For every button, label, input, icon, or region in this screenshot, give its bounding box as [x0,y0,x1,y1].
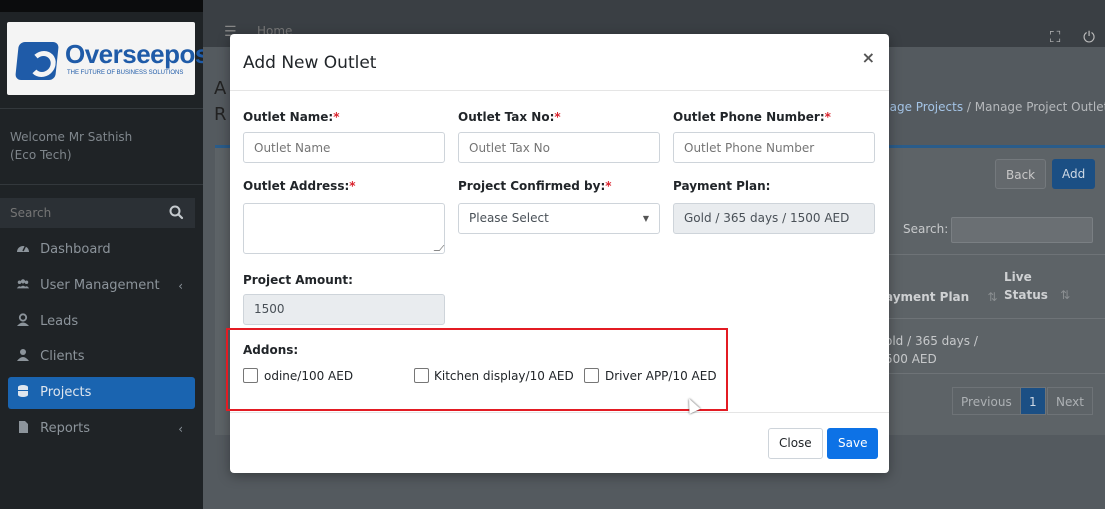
chevron-left-icon: ‹ [178,279,183,293]
top-icons: ⛶ ⏻ [1050,28,1095,46]
outlet-name-label: Outlet Name:* [243,110,340,124]
welcome-company: (Eco Tech) [10,148,72,162]
pagination-page[interactable]: 1 [1020,387,1046,415]
sidebar-item-label: Reports [40,421,91,436]
sidebar-top-strip [0,0,203,12]
sidebar-search-button[interactable] [158,198,195,228]
welcome-text: Welcome Mr Sathish (Eco Tech) [10,128,190,164]
users-icon [16,279,30,289]
project-amount-field: 1500 [243,294,445,325]
fullscreen-icon[interactable]: ⛶ [1050,28,1061,46]
table-header-top-border [882,254,1105,255]
table-cell-payment-plan: old / 365 days /500 AED [885,334,978,366]
breadcrumb-link[interactable]: nage Projects [882,100,963,114]
leads-icon [17,313,29,326]
addon-label-driver-app[interactable]: Driver APP/10 AED [605,369,717,383]
sidebar: Overseepos THE FUTURE OF BUSINESS SOLUTI… [0,0,209,509]
sidebar-search-input[interactable] [0,198,158,228]
payment-plan-label: Payment Plan: [673,179,771,193]
sidebar-item-user-management[interactable]: User Management ‹ [8,270,195,302]
dashboard-icon [17,245,29,252]
breadcrumb-separator: / [963,100,975,114]
sidebar-divider [0,108,203,109]
table-row-border [882,373,1105,374]
sidebar-divider [0,184,203,185]
payment-plan-field: Gold / 365 days / 1500 AED [673,203,875,234]
pagination-next[interactable]: Next [1047,387,1093,415]
back-button[interactable]: Back [995,159,1047,189]
outlet-tax-label: Outlet Tax No:* [458,110,561,124]
confirmed-by-select[interactable]: Please Select ▼ [458,203,660,234]
confirmed-by-value: Please Select [469,211,549,225]
addon-label-odine[interactable]: odine/100 AED [264,369,353,383]
modal-footer-divider [230,412,889,413]
table-search-label: Search: [903,222,949,236]
resize-handle-icon[interactable] [433,245,445,251]
add-button[interactable]: Add [1052,159,1096,189]
sidebar-item-projects[interactable]: Projects [8,377,195,409]
power-icon[interactable]: ⏻ [1083,28,1095,46]
database-icon [18,385,28,397]
pagination-previous[interactable]: Previous [952,387,1021,415]
addons-label: Addons: [243,343,299,357]
logo-text: Overseepos [65,39,209,69]
sort-icon: ⇅ [1060,288,1071,302]
addon-checkbox-odine[interactable] [243,368,258,383]
outlet-phone-input[interactable] [673,132,875,163]
addon-label-kitchen-display[interactable]: Kitchen display/10 AED [434,369,574,383]
outlet-phone-label: Outlet Phone Number:* [673,110,831,124]
search-icon [169,205,184,220]
add-outlet-modal: Add New Outlet × Outlet Name:* Outlet Ta… [226,34,889,473]
sidebar-item-dashboard[interactable]: Dashboard [8,234,195,266]
sidebar-item-reports[interactable]: Reports ‹ [8,413,195,445]
sidebar-item-label: Projects [40,385,92,400]
close-button[interactable]: Close [768,428,823,459]
client-icon [17,349,29,361]
breadcrumb-current: Manage Project Outlet [974,100,1105,114]
sidebar-item-label: User Management [40,278,160,293]
project-amount-label: Project Amount: [243,273,353,287]
report-icon [19,421,28,433]
sidebar-search [0,198,195,228]
outlet-address-label: Outlet Address:* [243,179,356,193]
sidebar-item-label: Dashboard [40,242,111,257]
brand-logo[interactable]: Overseepos THE FUTURE OF BUSINESS SOLUTI… [7,22,209,95]
sidebar-item-leads[interactable]: Leads [8,306,195,338]
page-subtitle-partial: R [214,104,227,125]
close-icon[interactable]: × [862,48,875,67]
sort-icon: ⇅ [987,290,998,304]
column-header-live-status[interactable]: Live Status ⇅ [1004,268,1070,304]
confirmed-by-label: Project Confirmed by:* [458,179,612,193]
addon-checkbox-driver-app[interactable] [584,368,599,383]
chevron-left-icon: ‹ [178,422,183,436]
outlet-name-input[interactable] [243,132,445,163]
modal-title: Add New Outlet [243,53,377,73]
caret-down-icon: ▼ [642,214,649,223]
modal-header: Add New Outlet × [230,34,889,91]
table-header-bottom-border [882,318,1105,319]
logo-mark-icon [15,42,59,80]
logo-tagline: THE FUTURE OF BUSINESS SOLUTIONS [67,70,184,76]
outlet-address-textarea[interactable] [243,203,445,254]
page-title-partial: A [214,78,227,99]
breadcrumb: nage Projects / Manage Project Outlet [882,100,1105,114]
sidebar-item-label: Clients [40,349,85,364]
table-search-input[interactable] [951,217,1093,243]
sidebar-item-label: Leads [40,314,79,329]
addon-checkbox-kitchen-display[interactable] [414,368,429,383]
sidebar-item-clients[interactable]: Clients [8,341,195,373]
welcome-user: Welcome Mr Sathish [10,130,133,144]
save-button[interactable]: Save [827,428,879,459]
outlet-tax-input[interactable] [458,132,660,163]
column-header-payment-plan[interactable]: ayment Plan ⇅ [885,290,997,304]
